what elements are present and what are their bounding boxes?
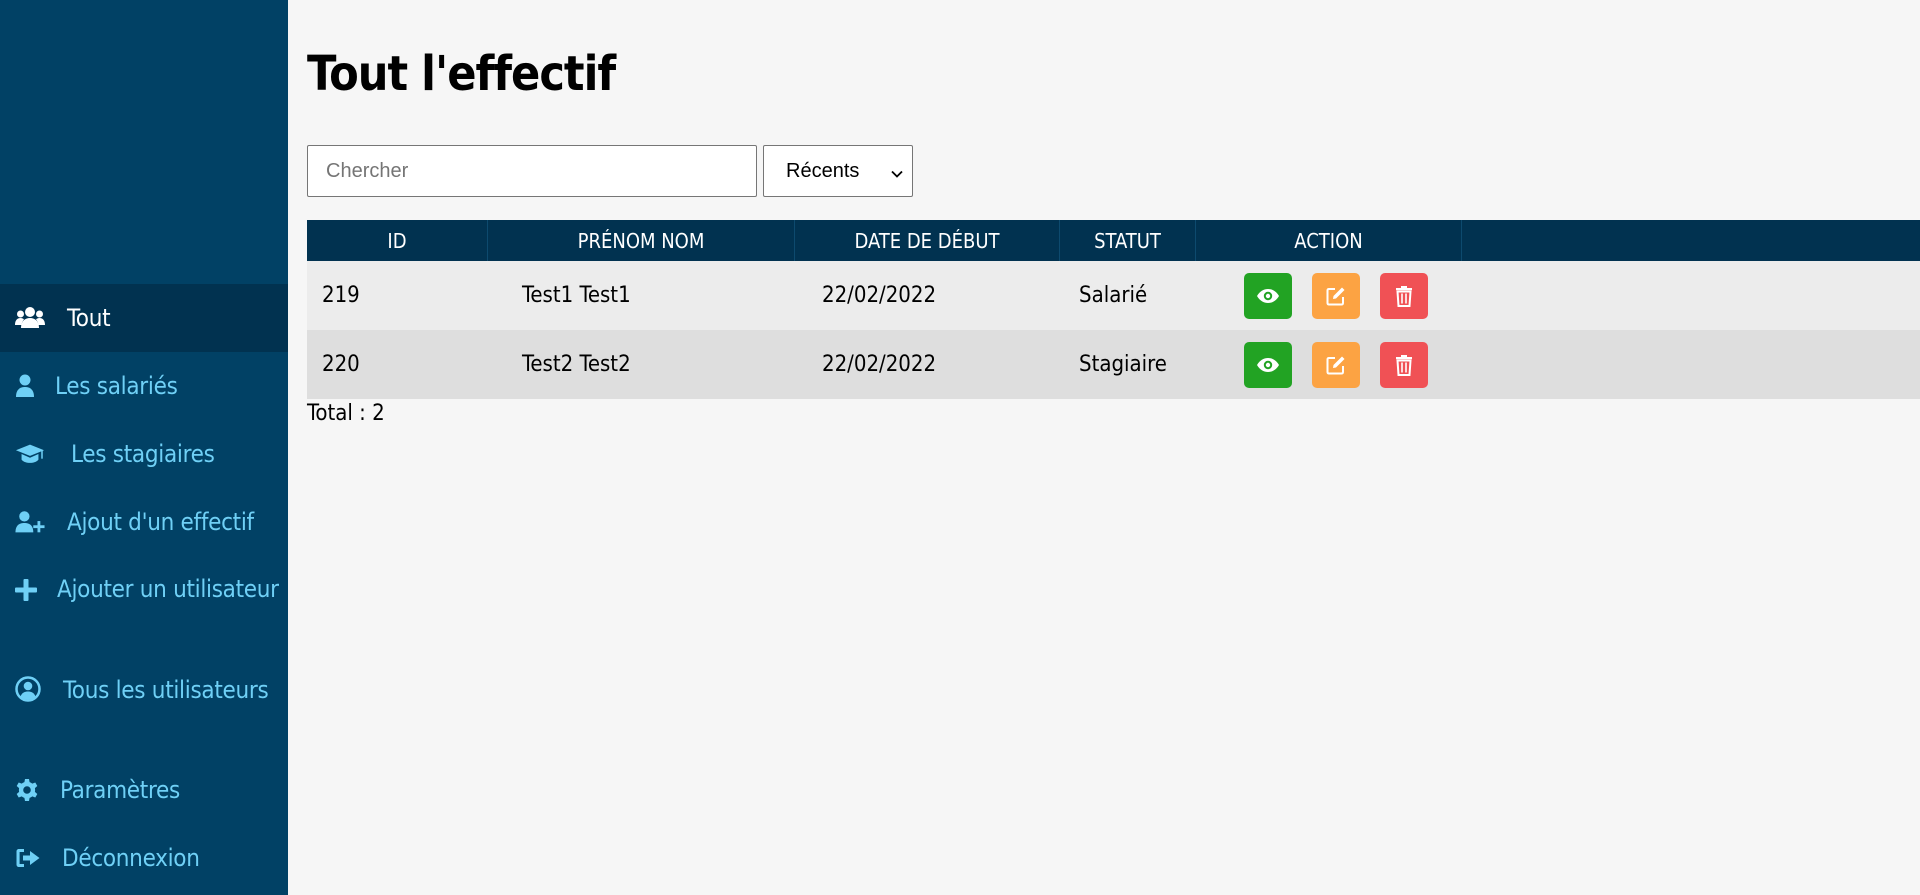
cell-id: 219 bbox=[322, 283, 360, 308]
sidebar-item-label: Déconnexion bbox=[62, 844, 200, 872]
eye-icon bbox=[1257, 288, 1279, 303]
sidebar-item-tous-utilisateurs[interactable]: Tous les utilisateurs bbox=[0, 656, 288, 756]
column-header-action: ACTION bbox=[1196, 220, 1462, 261]
chevron-down-icon bbox=[890, 164, 904, 187]
column-header-start-date[interactable]: DATE DE DÉBUT bbox=[795, 220, 1060, 261]
sidebar-item-tout[interactable]: Tout bbox=[0, 284, 288, 352]
gear-icon bbox=[15, 775, 45, 805]
sidebar-nav: Tout Les salariés Les stagiaires Ajout d… bbox=[0, 284, 288, 892]
sidebar-item-ajouter-utilisateur[interactable]: Ajouter un utilisateur bbox=[0, 556, 288, 656]
column-header-id[interactable]: ID bbox=[307, 220, 488, 261]
cell-name: Test1 Test1 bbox=[522, 283, 631, 308]
edit-button[interactable] bbox=[1312, 272, 1360, 319]
sign-out-icon bbox=[15, 843, 45, 873]
view-button[interactable] bbox=[1244, 341, 1292, 388]
sidebar-item-stagiaires[interactable]: Les stagiaires bbox=[0, 420, 288, 488]
sidebar-item-ajout-effectif[interactable]: Ajout d'un effectif bbox=[0, 488, 288, 556]
sidebar-item-label: Ajouter un utilisateur bbox=[57, 575, 279, 603]
column-header-name[interactable]: PRÉNOM NOM bbox=[488, 220, 795, 261]
users-icon bbox=[15, 303, 45, 333]
sidebar-item-parametres[interactable]: Paramètres bbox=[0, 756, 288, 824]
sidebar-item-text: Tous les utilisateurs bbox=[15, 673, 269, 706]
main-content: Tout l'effectif Récents ID PRÉNOM NOM DA… bbox=[307, 0, 1920, 895]
sidebar-item-label: Paramètres bbox=[60, 776, 180, 804]
app-root: Tout Les salariés Les stagiaires Ajout d… bbox=[0, 0, 1920, 895]
view-button[interactable] bbox=[1244, 272, 1292, 319]
cell-actions bbox=[1196, 341, 1462, 388]
sidebar-item-deconnexion[interactable]: Déconnexion bbox=[0, 824, 288, 892]
table-row: 220 Test2 Test2 22/02/2022 Stagiaire bbox=[307, 330, 1920, 399]
cell-status: Stagiaire bbox=[1079, 352, 1167, 377]
sidebar-item-label: Les stagiaires bbox=[71, 440, 215, 468]
cell-status: Salarié bbox=[1079, 283, 1148, 308]
user-plus-icon bbox=[15, 507, 45, 537]
cell-id: 220 bbox=[322, 352, 360, 377]
total-count: Total : 2 bbox=[307, 401, 385, 426]
trash-icon bbox=[1396, 354, 1412, 376]
trash-icon bbox=[1396, 285, 1412, 307]
sidebar-item-text: Ajouter un utilisateur bbox=[15, 573, 279, 605]
sidebar-item-salaries[interactable]: Les salariés bbox=[0, 352, 288, 420]
sort-select[interactable]: Récents bbox=[763, 145, 913, 197]
cell-name: Test2 Test2 bbox=[522, 352, 631, 377]
cell-start-date: 22/02/2022 bbox=[822, 352, 937, 377]
cell-actions bbox=[1196, 272, 1462, 319]
table-header: ID PRÉNOM NOM DATE DE DÉBUT STATUT ACTIO… bbox=[307, 220, 1920, 261]
search-input[interactable] bbox=[307, 145, 757, 197]
cell-start-date: 22/02/2022 bbox=[822, 283, 937, 308]
edit-icon bbox=[1326, 287, 1345, 305]
delete-button[interactable] bbox=[1380, 341, 1428, 388]
sidebar-item-label: Tout bbox=[67, 304, 111, 332]
eye-icon bbox=[1257, 357, 1279, 372]
edit-icon bbox=[1326, 356, 1345, 374]
plus-icon bbox=[15, 575, 45, 605]
delete-button[interactable] bbox=[1380, 272, 1428, 319]
sidebar-item-label: Ajout d'un effectif bbox=[67, 508, 254, 536]
sidebar-item-label: Les salariés bbox=[55, 372, 178, 400]
user-icon bbox=[15, 371, 45, 401]
sort-select-value: Récents bbox=[786, 159, 860, 182]
graduation-cap-icon bbox=[15, 439, 45, 469]
column-header-filler bbox=[1462, 220, 1920, 261]
page-title: Tout l'effectif bbox=[307, 46, 616, 102]
column-header-status[interactable]: STATUT bbox=[1060, 220, 1196, 261]
user-circle-icon bbox=[15, 674, 45, 704]
staff-table: ID PRÉNOM NOM DATE DE DÉBUT STATUT ACTIO… bbox=[307, 220, 1920, 399]
table-row: 219 Test1 Test1 22/02/2022 Salarié bbox=[307, 261, 1920, 330]
sidebar: Tout Les salariés Les stagiaires Ajout d… bbox=[0, 0, 288, 895]
edit-button[interactable] bbox=[1312, 341, 1360, 388]
sidebar-item-label: Tous les utilisateurs bbox=[63, 676, 269, 704]
